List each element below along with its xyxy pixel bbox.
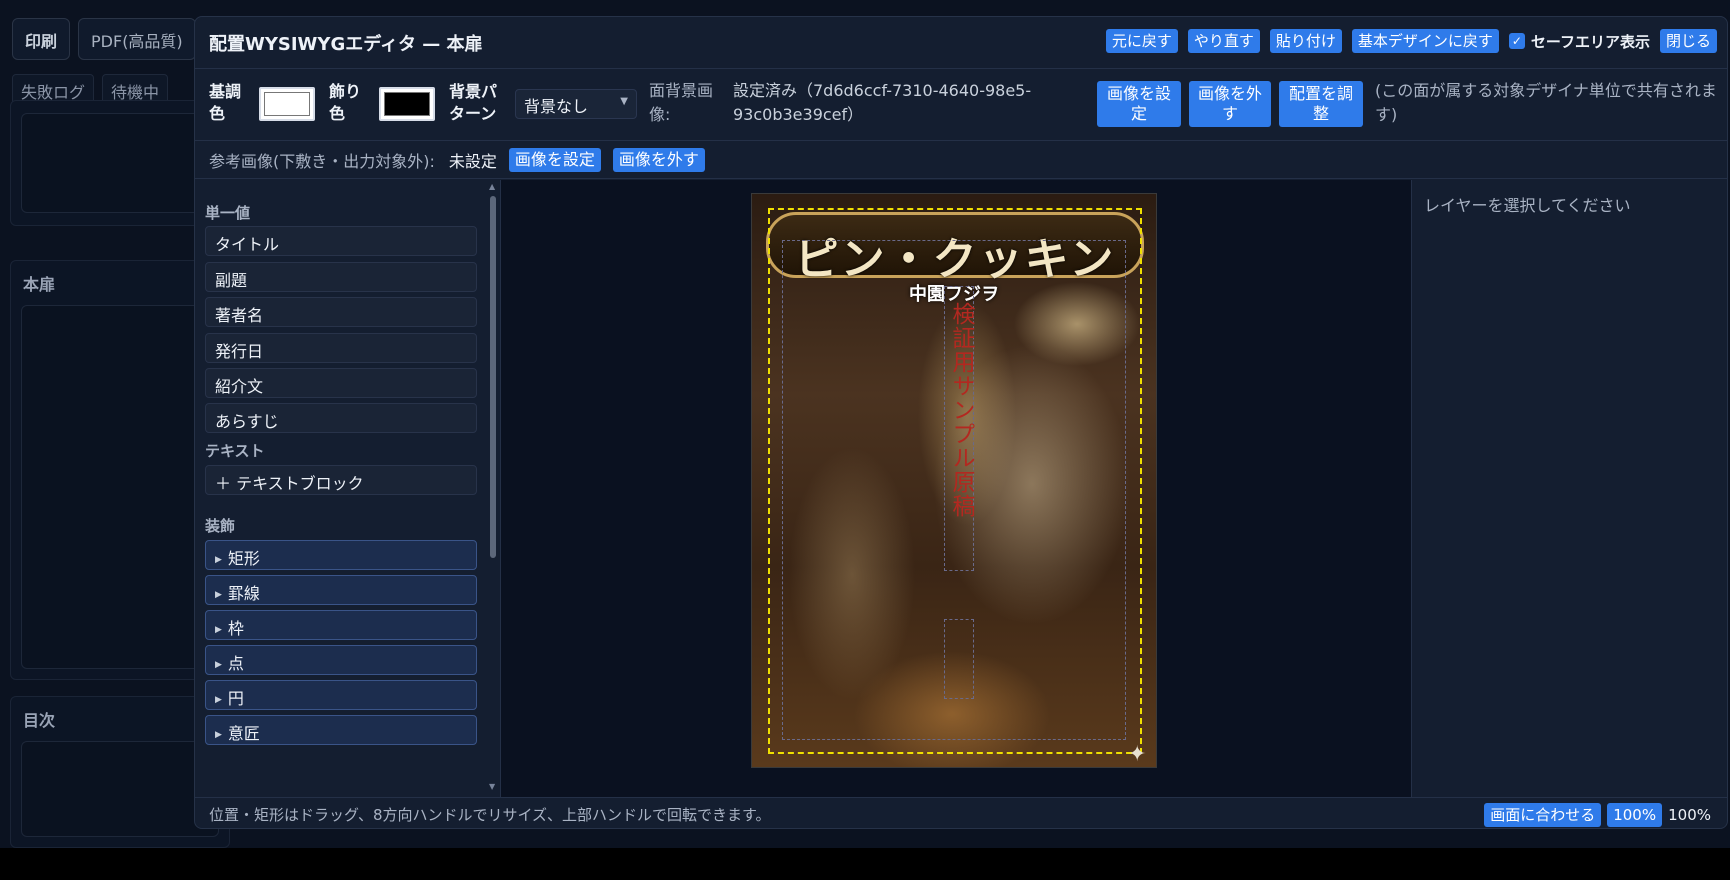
palette-item-label: 矩形 (227, 549, 260, 568)
palette-item-introduction[interactable]: 紹介文 (205, 368, 477, 398)
triangle-right-icon: ▶ (215, 555, 222, 565)
set-reference-image-button[interactable]: 画像を設定 (508, 147, 601, 172)
palette-item-synopsis[interactable]: あらすじ (205, 403, 477, 433)
close-button[interactable]: 閉じる (1659, 29, 1717, 53)
bg-print-button[interactable]: 印刷 (12, 18, 71, 60)
palette-item-publish-date[interactable]: 発行日 (205, 333, 477, 363)
bg-bottom-strip (0, 848, 1730, 880)
zoom-level: 100% (1668, 806, 1711, 824)
modal-title: 配置WYSIWYGエディタ — 本扉 (209, 33, 483, 55)
reference-image-status: 未設定 (448, 151, 497, 171)
palette-item-label: 点 (227, 654, 244, 673)
editor-canvas[interactable]: ピン・クッキン 中園フジヲ 検証用サンプル原稿 ✦ (501, 180, 1411, 797)
bg-image-value: 設定済み（7d6d6ccf-7310-4640-98e5-93c0b3e39ce… (733, 81, 1032, 124)
palette-item-subtitle[interactable]: 副題 (205, 262, 477, 292)
accent-color-fill (384, 92, 430, 116)
redo-button[interactable]: やり直す (1187, 29, 1260, 53)
scroll-up-icon[interactable]: ▲ (489, 182, 495, 191)
base-color-fill (264, 92, 310, 116)
fit-to-screen-button[interactable]: 画面に合わせる (1484, 803, 1602, 827)
status-bar: 位置・矩形はドラッグ、8方向ハンドルでリサイズ、上部ハンドルで回転できます。 画… (195, 797, 1727, 828)
palette-item-label: 枠 (227, 619, 244, 638)
checkbox-checked-icon[interactable]: ✓ (1508, 33, 1525, 49)
element-palette: 単一値 タイトル 副題 著者名 発行日 紹介文 あらすじ テキスト ＋ テキスト… (195, 180, 501, 797)
palette-item-label: 意匠 (227, 724, 260, 743)
layer-properties-panel: レイヤーを選択してください (1411, 180, 1727, 797)
palette-item-label: 円 (227, 689, 244, 708)
set-bg-image-button[interactable]: 画像を設定 (1097, 81, 1181, 127)
cover-page[interactable]: ピン・クッキン 中園フジヲ 検証用サンプル原稿 ✦ (751, 193, 1157, 768)
safe-area-label: セーフエリア表示 (1530, 32, 1650, 51)
safe-area-toggle[interactable]: ✓ セーフエリア表示 (1508, 31, 1650, 52)
chevron-down-icon: ▼ (620, 96, 628, 107)
palette-item-dot[interactable]: ▶ 点 (205, 645, 477, 675)
sparkle-icon: ✦ (1128, 742, 1147, 767)
triangle-right-icon: ▶ (215, 625, 222, 635)
scroll-down-icon[interactable]: ▼ (489, 782, 495, 791)
adjust-placement-button[interactable]: 配置を調整 (1279, 81, 1363, 127)
base-color-label: 基調色 (209, 82, 242, 123)
bg-image-label: 面背景画像: (649, 81, 714, 124)
palette-item-circle[interactable]: ▶ 円 (205, 680, 477, 710)
palette-scrollbar[interactable]: ▲ ▼ (489, 180, 497, 797)
bg-pattern-label: 背景パターン (449, 82, 498, 123)
status-hint: 位置・矩形はドラッグ、8方向ハンドルでリサイズ、上部ハンドルで回転できます。 (209, 805, 771, 824)
bg-pdf-button[interactable]: PDF(高品質) (78, 18, 196, 60)
bg-toolbar: 印刷 PDF(高品質) (12, 18, 196, 60)
palette-item-author[interactable]: 著者名 (205, 297, 477, 327)
bg-log-box (21, 113, 219, 213)
sample-vertical-text[interactable]: 検証用サンプル原稿 (948, 302, 974, 518)
base-color-swatch[interactable] (259, 87, 315, 121)
accent-color-label: 飾り色 (329, 82, 362, 123)
header-actions: 元に戻す やり直す 貼り付け 基本デザインに戻す ✓ セーフエリア表示 閉じる (1105, 29, 1717, 53)
palette-item-title[interactable]: タイトル (205, 226, 477, 256)
scrollbar-thumb[interactable] (490, 196, 496, 558)
section-single-value: 単一値 (205, 204, 251, 222)
section-text: テキスト (205, 442, 265, 460)
triangle-right-icon: ▶ (215, 730, 222, 740)
palette-item-text-block[interactable]: ＋ テキストブロック (205, 465, 477, 495)
undo-button[interactable]: 元に戻す (1105, 29, 1178, 53)
zoom-100-button[interactable]: 100% (1607, 803, 1663, 827)
bg-honto-box (21, 305, 219, 669)
accent-color-swatch[interactable] (379, 87, 435, 121)
paste-button[interactable]: 貼り付け (1269, 29, 1342, 53)
palette-item-ornament[interactable]: ▶ 意匠 (205, 715, 477, 745)
triangle-right-icon: ▶ (215, 695, 222, 705)
bg-mokuji-box (21, 741, 219, 837)
bg-image-note: (この面が属する対象デザイナ単位で共有されます) (1375, 81, 1717, 124)
reference-image-row: 参考画像(下敷き・出力対象外): 未設定 画像を設定 画像を外す (195, 141, 1727, 179)
color-settings-row: 基調色 飾り色 背景パターン 背景なし ▼ 面背景画像: 設定済み（7d6d6c… (195, 69, 1727, 141)
palette-item-label: 罫線 (227, 584, 260, 603)
wysiwyg-editor-modal: 配置WYSIWYGエディタ — 本扉 元に戻す やり直す 貼り付け 基本デザイン… (194, 16, 1728, 829)
section-decoration: 装飾 (205, 517, 236, 535)
triangle-right-icon: ▶ (215, 660, 222, 670)
remove-reference-image-button[interactable]: 画像を外す (612, 147, 705, 172)
bg-pattern-select[interactable]: 背景なし ▼ (515, 89, 637, 119)
remove-bg-image-button[interactable]: 画像を外す (1189, 81, 1271, 127)
triangle-right-icon: ▶ (215, 590, 222, 600)
bg-pattern-value: 背景なし (524, 97, 589, 116)
layer-placeholder: レイヤーを選択してください (1424, 196, 1631, 215)
sample-subtext-box[interactable] (944, 619, 974, 699)
reset-design-button[interactable]: 基本デザインに戻す (1351, 29, 1499, 53)
modal-header: 配置WYSIWYGエディタ — 本扉 元に戻す やり直す 貼り付け 基本デザイン… (195, 17, 1727, 69)
reference-image-label: 参考画像(下敷き・出力対象外): (209, 151, 435, 171)
palette-item-rule-line[interactable]: ▶ 罫線 (205, 575, 477, 605)
zoom-controls: 画面に合わせる 100% 100% (1484, 803, 1711, 827)
palette-item-frame[interactable]: ▶ 枠 (205, 610, 477, 640)
palette-item-rectangle[interactable]: ▶ 矩形 (205, 540, 477, 570)
